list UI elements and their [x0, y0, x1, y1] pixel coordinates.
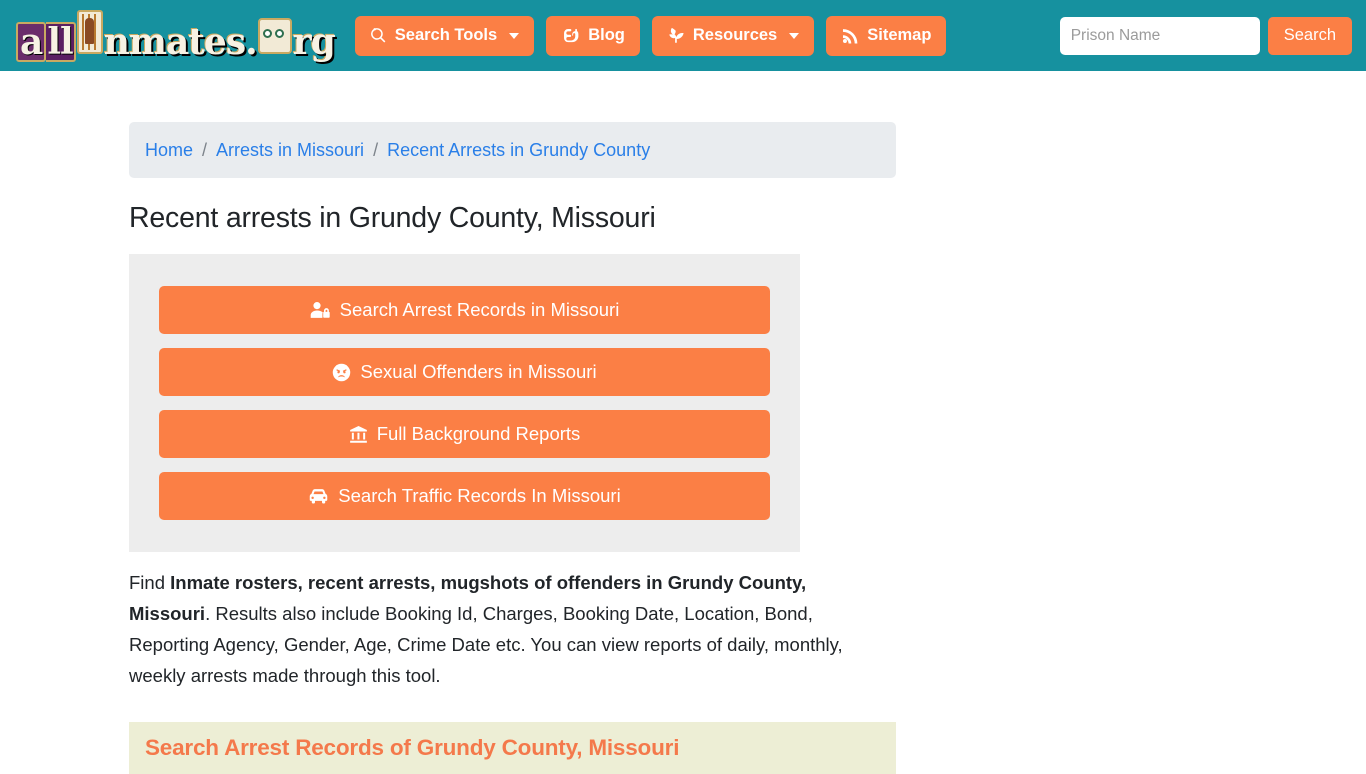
user-lock-icon [310, 301, 331, 319]
nav-sitemap-label: Sitemap [867, 26, 932, 45]
section-heading-band: Search Arrest Records of Grundy County, … [129, 722, 896, 774]
angry-face-icon [332, 363, 351, 382]
full-background-reports-button[interactable]: Full Background Reports [159, 410, 770, 458]
breadcrumb-item-arrests-in-missouri[interactable]: Arrests in Missouri [216, 140, 364, 161]
seedling-icon [667, 27, 685, 45]
chevron-down-icon [789, 32, 800, 39]
logo-letters-nmates: nmates [103, 20, 246, 63]
nav-resources-button[interactable]: Resources [651, 15, 815, 56]
search-arrest-records-button[interactable]: Search Arrest Records in Missouri [159, 286, 770, 334]
page-title: Recent arrests in Grundy County, Missour… [129, 202, 656, 234]
sexual-offenders-button[interactable]: Sexual Offenders in Missouri [159, 348, 770, 396]
car-icon [308, 488, 329, 505]
action-buttons-panel: Search Arrest Records in Missouri Sexual… [129, 254, 800, 552]
section-heading: Search Arrest Records of Grundy County, … [145, 735, 680, 760]
nav-sitemap-button[interactable]: Sitemap [826, 15, 947, 56]
search-arrest-records-label: Search Arrest Records in Missouri [339, 298, 620, 320]
breadcrumb-item-home[interactable]: Home [145, 140, 193, 161]
rss-icon [841, 27, 859, 45]
prison-name-search-input[interactable] [1059, 16, 1260, 55]
chevron-down-icon [509, 32, 520, 39]
nav-search-tools-button[interactable]: Search Tools [354, 15, 535, 56]
main-navigation: Search Tools Blog Resources Sitemap [354, 15, 947, 56]
logo-letters-rg: rg [292, 20, 336, 63]
logo-jail-i-icon [76, 9, 103, 54]
header-search-button[interactable]: Search [1267, 16, 1352, 55]
site-header: a ll nmates. rg Search Tools Blog Resources [0, 0, 1366, 71]
breadcrumb: Home / Arrests in Missouri / Recent Arre… [129, 122, 896, 178]
logo-wordmark: a ll nmates. rg [16, 9, 336, 63]
blogger-icon [561, 26, 580, 45]
breadcrumb-separator: / [373, 139, 379, 160]
logo-dot: . [245, 20, 258, 63]
intro-paragraph: Find Inmate rosters, recent arrests, mug… [129, 567, 889, 691]
logo-eyes-o-icon [257, 17, 292, 54]
magnifier-icon [370, 27, 387, 44]
search-traffic-records-button[interactable]: Search Traffic Records In Missouri [159, 472, 770, 520]
nav-blog-label: Blog [588, 26, 625, 45]
breadcrumb-separator: / [202, 139, 208, 160]
sexual-offenders-label: Sexual Offenders in Missouri [360, 360, 597, 382]
logo-letters-ll: ll [46, 21, 76, 62]
intro-rest: . Results also include Booking Id, Charg… [129, 603, 843, 686]
search-traffic-records-label: Search Traffic Records In Missouri [338, 484, 621, 506]
site-logo[interactable]: a ll nmates. rg [16, 9, 336, 63]
landmark-icon [349, 425, 368, 444]
nav-blog-button[interactable]: Blog [546, 15, 640, 56]
nav-resources-label: Resources [692, 26, 778, 45]
logo-letter-a: a [16, 21, 47, 62]
full-background-reports-label: Full Background Reports [376, 422, 581, 444]
page-container: Home / Arrests in Missouri / Recent Arre… [0, 122, 896, 774]
intro-lead: Find [129, 572, 171, 593]
nav-search-tools-label: Search Tools [394, 26, 498, 45]
header-search-form: Search [1059, 16, 1352, 55]
breadcrumb-item-recent-arrests-grundy[interactable]: Recent Arrests in Grundy County [387, 140, 650, 161]
